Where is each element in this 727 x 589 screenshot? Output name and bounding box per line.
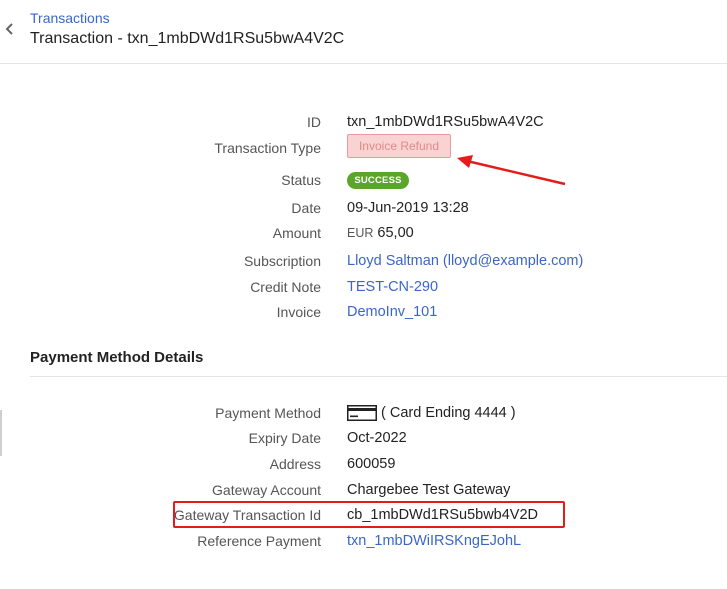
date-value: 09-Jun-2019 13:28	[347, 200, 469, 216]
amount-label: Amount	[272, 225, 321, 241]
id-label: ID	[307, 114, 321, 130]
card-ending-text: ( Card Ending 4444 )	[381, 405, 516, 421]
detail-row-subscription: Subscription Lloyd Saltman (lloyd@exampl…	[0, 250, 727, 272]
id-value: txn_1mbDWd1RSu5bwA4V2C	[347, 114, 544, 130]
section-divider	[30, 376, 727, 377]
detail-row-reference-payment: Reference Payment txn_1mbDWiIRSKngEJohL	[0, 530, 727, 552]
transaction-type-badge: Invoice Refund	[347, 134, 451, 158]
address-value: 600059	[347, 456, 396, 472]
detail-row-invoice: Invoice DemoInv_101	[0, 301, 727, 323]
credit-note-label: Credit Note	[250, 279, 321, 295]
transaction-type-label: Transaction Type	[214, 140, 321, 156]
amount-currency: EUR	[347, 226, 374, 240]
detail-row-expiry: Expiry Date Oct-2022	[0, 427, 727, 449]
expiry-date-label: Expiry Date	[248, 430, 321, 446]
detail-row-status: Status SUCCESS	[0, 169, 727, 191]
page-title: Transaction - txn_1mbDWd1RSu5bwA4V2C	[30, 30, 345, 47]
payment-method-label: Payment Method	[215, 405, 321, 421]
status-badge: SUCCESS	[347, 172, 409, 189]
reference-payment-label: Reference Payment	[197, 533, 321, 549]
subscription-label: Subscription	[243, 253, 321, 269]
page-header: Transactions Transaction - txn_1mbDWd1RS…	[0, 0, 727, 64]
invoice-label: Invoice	[276, 304, 321, 320]
status-label: Status	[281, 172, 321, 188]
subscription-link[interactable]: Lloyd Saltman (lloyd@example.com)	[347, 250, 583, 272]
breadcrumb-transactions[interactable]: Transactions	[30, 10, 110, 26]
date-label: Date	[291, 200, 321, 216]
detail-row-credit-note: Credit Note TEST-CN-290	[0, 276, 727, 298]
address-label: Address	[269, 456, 321, 472]
credit-card-icon	[347, 405, 377, 421]
gateway-account-label: Gateway Account	[212, 482, 321, 498]
annotation-highlight-box	[173, 501, 565, 528]
annotation-arrow-icon	[457, 155, 566, 186]
reference-payment-link[interactable]: txn_1mbDWiIRSKngEJohL	[347, 530, 521, 552]
detail-row-amount: Amount EUR 65,00	[0, 222, 727, 244]
amount-value-group: EUR 65,00	[347, 222, 414, 244]
payment-method-section-title: Payment Method Details	[30, 349, 204, 366]
gateway-account-value: Chargebee Test Gateway	[347, 482, 511, 498]
detail-row-date: Date 09-Jun-2019 13:28	[0, 197, 727, 219]
detail-row-address: Address 600059	[0, 453, 727, 475]
invoice-link[interactable]: DemoInv_101	[347, 301, 437, 323]
chevron-left-icon[interactable]	[3, 20, 17, 38]
detail-row-type: Transaction Type Invoice Refund	[0, 134, 727, 159]
detail-row-payment-method: Payment Method ( Card Ending 4444 )	[0, 402, 727, 424]
expiry-date-value: Oct-2022	[347, 430, 407, 446]
amount-value: 65,00	[377, 225, 414, 241]
detail-row-gateway-account: Gateway Account Chargebee Test Gateway	[0, 479, 727, 501]
credit-note-link[interactable]: TEST-CN-290	[347, 276, 438, 298]
detail-row-id: ID txn_1mbDWd1RSu5bwA4V2C	[0, 111, 727, 133]
